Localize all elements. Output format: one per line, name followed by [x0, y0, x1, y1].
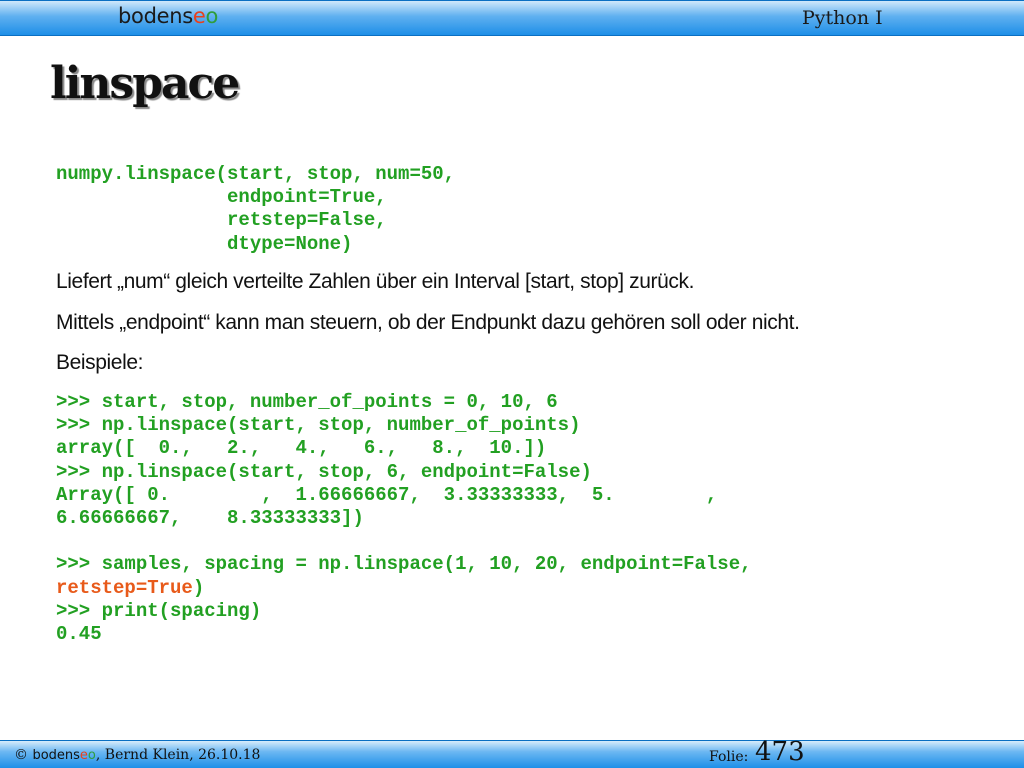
- copyright-symbol: ©: [14, 747, 28, 763]
- code-line: array([ 0., 2., 4., 6., 8., 10.]): [56, 437, 547, 460]
- author-date: , Bernd Klein, 26.10.18: [95, 747, 261, 763]
- code-line: >>> samples, spacing = np.linspace(1, 10…: [56, 553, 752, 576]
- footer-bar: © bodenseo, Bernd Klein, 26.10.18 Folie:…: [0, 737, 1024, 768]
- endpoint-paragraph: Mittels „endpoint“ kann man steuern, ob …: [56, 311, 800, 334]
- code-line: >>> np.linspace(start, stop, 6, endpoint…: [56, 460, 592, 483]
- code-examples: >>> start, stop, number_of_points = 0, 1…: [56, 391, 752, 646]
- slide-number: 473: [755, 737, 805, 767]
- code-line: 0.45: [56, 623, 102, 646]
- code-fragment: ): [192, 576, 205, 599]
- code-line: 6.66666667, 8.33333333]): [56, 507, 364, 530]
- bodenseo-logo: bodenseo: [118, 4, 219, 28]
- code-line: >>> start, stop, number_of_points = 0, 1…: [56, 391, 558, 413]
- function-signature: numpy.linspace(start, stop, num=50, endp…: [56, 163, 456, 255]
- course-title: Python I: [802, 7, 883, 29]
- footer-brand: bodenseo: [32, 748, 96, 763]
- slide-title: linspace: [50, 58, 240, 109]
- code-line: Array([ 0. , 1.66666667, 3.33333333, 5. …: [56, 483, 718, 506]
- code-line: >>> print(spacing): [56, 599, 262, 622]
- examples-heading: Beispiele:: [56, 351, 144, 374]
- code-line: >>> np.linspace(start, stop, number_of_p…: [56, 414, 581, 437]
- description-paragraph: Liefert „num“ gleich verteilte Zahlen üb…: [56, 270, 695, 293]
- header-bar: bodenseo Python I: [0, 0, 1024, 36]
- footer-credits: © bodenseo, Bernd Klein, 26.10.18: [14, 747, 260, 763]
- slide-number-label: Folie:: [709, 749, 749, 765]
- retstep-highlight: retstep=True: [56, 576, 193, 599]
